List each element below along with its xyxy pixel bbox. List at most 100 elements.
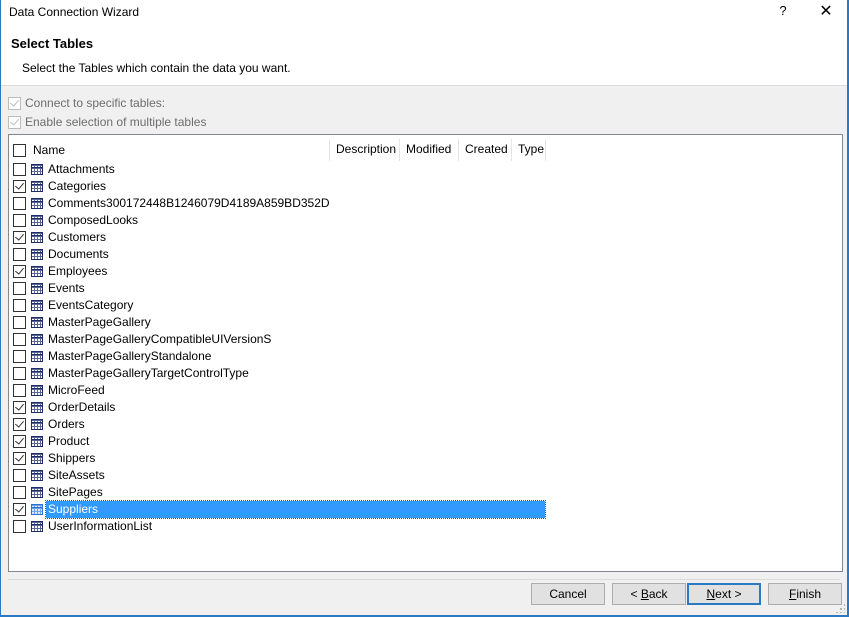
table-icon <box>31 164 43 175</box>
connect-specific-tables-checkbox[interactable]: Connect to specific tables: <box>8 96 165 110</box>
check-icon <box>15 503 24 513</box>
table-icon <box>31 283 43 294</box>
table-row[interactable]: SiteAssets <box>9 467 842 484</box>
checkbox-unchecked[interactable] <box>13 350 26 363</box>
column-header-type[interactable]: Type <box>512 139 546 161</box>
check-icon <box>10 115 19 126</box>
table-icon <box>31 181 43 192</box>
checkbox-unchecked[interactable] <box>13 469 26 482</box>
table-icon <box>31 385 43 396</box>
table-name: MasterPageGalleryTargetControlType <box>48 366 249 380</box>
table-icon <box>31 402 43 413</box>
close-button[interactable]: ✕ <box>816 1 836 20</box>
footer-divider <box>8 579 840 580</box>
column-header-modified[interactable]: Modified <box>400 139 459 161</box>
checkbox-unchecked[interactable] <box>13 282 26 295</box>
table-icon <box>31 504 43 515</box>
table-name: Attachments <box>48 162 115 176</box>
checkbox-checked[interactable] <box>13 418 26 431</box>
finish-button[interactable]: FinishFinish <box>768 583 842 605</box>
table-row[interactable]: Events <box>9 280 842 297</box>
table-rows: Attachments Categories Comments300172448B1… <box>9 161 842 535</box>
table-row[interactable]: Product <box>9 433 842 450</box>
checkbox-unchecked[interactable] <box>13 214 26 227</box>
checkbox-unchecked[interactable] <box>13 248 26 261</box>
table-row[interactable]: Employees <box>9 263 842 280</box>
table-name: Events <box>48 281 85 295</box>
table-name: UserInformationList <box>48 519 153 533</box>
table-row[interactable]: Customers <box>9 229 842 246</box>
column-label: Name <box>33 143 66 157</box>
checkbox-unchecked[interactable] <box>13 316 26 329</box>
table-row[interactable]: Suppliers <box>9 500 842 519</box>
checkbox-checked[interactable] <box>13 452 26 465</box>
checkbox-unchecked[interactable] <box>13 197 26 210</box>
table-name: MicroFeed <box>48 383 105 397</box>
checkbox-checked[interactable] <box>13 180 26 193</box>
next-button[interactable]: Next >Next > <box>687 583 761 605</box>
back-button[interactable]: < Back< Back <box>612 583 686 605</box>
checkbox-checked[interactable] <box>13 435 26 448</box>
checkbox-unchecked[interactable] <box>13 299 26 312</box>
column-header-created[interactable]: Created <box>459 139 512 161</box>
table-icon <box>31 249 43 260</box>
table-row[interactable]: Attachments <box>9 161 842 178</box>
table-row[interactable]: MicroFeed <box>9 382 842 399</box>
table-row[interactable]: EventsCategory <box>9 297 842 314</box>
check-icon <box>15 231 24 241</box>
check-icon <box>15 452 24 462</box>
checkbox-checked[interactable] <box>13 231 26 244</box>
help-button[interactable]: ? <box>773 3 793 21</box>
checkbox-unchecked[interactable] <box>13 520 26 533</box>
checkbox-unchecked[interactable] <box>13 333 26 346</box>
check-icon <box>15 435 24 445</box>
checkbox-unchecked[interactable] <box>13 163 26 176</box>
checkbox-label: Connect to specific tables: <box>25 96 166 110</box>
check-icon <box>15 418 24 428</box>
table-icon <box>31 368 43 379</box>
table-icon <box>31 215 43 226</box>
table-name: Suppliers <box>45 500 546 519</box>
checkbox-checked[interactable] <box>13 265 26 278</box>
checkbox-checked[interactable] <box>8 96 21 110</box>
enable-multiple-tables-checkbox[interactable]: Enable selection of multiple tables <box>8 115 206 129</box>
list-header: Name Description Modified Created Type <box>9 135 842 161</box>
checkbox-unchecked[interactable] <box>13 486 26 499</box>
table-row[interactable]: SitePages <box>9 484 842 501</box>
table-row[interactable]: MasterPageGalleryTargetControlType <box>9 365 842 382</box>
check-icon <box>15 265 24 275</box>
table-row[interactable]: Categories <box>9 178 842 195</box>
table-name: MasterPageGalleryStandalone <box>48 349 212 363</box>
table-row[interactable]: MasterPageGalleryCompatibleUIVersionS <box>9 331 842 348</box>
checkbox-checked[interactable] <box>13 503 26 516</box>
table-row[interactable]: OrderDetails <box>9 399 842 416</box>
table-name: OrderDetails <box>48 400 116 414</box>
checkbox-checked[interactable] <box>8 115 21 129</box>
select-all-checkbox[interactable] <box>13 143 26 157</box>
table-row[interactable]: Orders <box>9 416 842 433</box>
checkbox-checked[interactable] <box>13 401 26 414</box>
table-name: Product <box>48 434 90 448</box>
table-icon <box>31 521 43 532</box>
table-name: SitePages <box>48 485 103 499</box>
table-row[interactable]: MasterPageGallery <box>9 314 842 331</box>
tables-list[interactable]: Name Description Modified Created Type A… <box>8 134 843 572</box>
checkbox-unchecked[interactable] <box>13 367 26 380</box>
table-icon <box>31 453 43 464</box>
table-row[interactable]: Comments300172448B1246079D4189A859BD352D <box>9 195 842 212</box>
cancel-button[interactable]: Cancel <box>531 583 605 605</box>
table-name: Employees <box>48 264 108 278</box>
table-icon <box>31 232 43 243</box>
table-icon <box>31 419 43 430</box>
table-row[interactable]: MasterPageGalleryStandalone <box>9 348 842 365</box>
column-header-description[interactable]: Description <box>330 139 400 161</box>
table-row[interactable]: ComposedLooks <box>9 212 842 229</box>
table-icon <box>31 351 43 362</box>
checkbox-unchecked[interactable] <box>13 384 26 397</box>
page-title: Select Tables <box>11 36 94 51</box>
table-row[interactable]: Shippers <box>9 450 842 467</box>
table-row[interactable]: UserInformationList <box>9 518 842 535</box>
column-header-name[interactable]: Name <box>9 139 330 161</box>
table-row[interactable]: Documents <box>9 246 842 263</box>
table-name: Customers <box>48 230 107 244</box>
